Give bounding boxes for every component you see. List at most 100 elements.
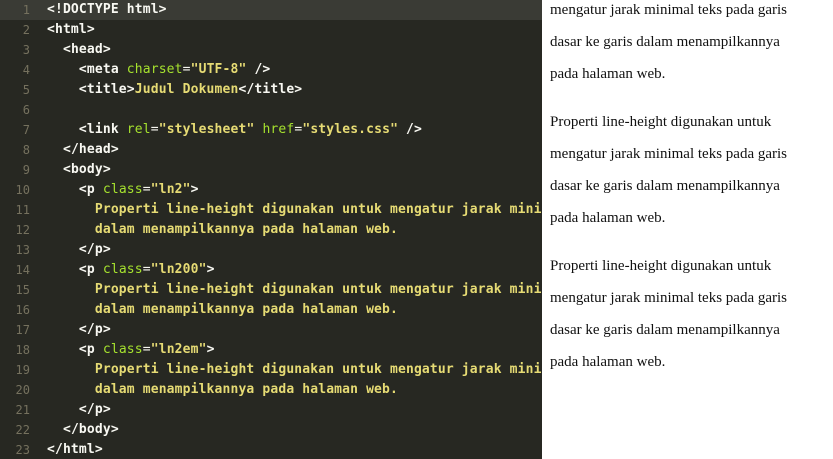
code-line[interactable]: 10 <p class="ln2"> [0,180,542,200]
line-number: 5 [22,83,30,97]
code-attribute: href [262,122,295,137]
line-number: 16 [15,303,30,317]
code-text: <meta charset="UTF-8" /> [47,60,270,80]
preview-text-line: dasar ke garis dalam menampilkannya [550,322,780,338]
code-content: Properti line-height digunakan untuk men… [94,282,542,297]
code-text: </p> [47,320,111,340]
code-text: <body> [47,160,111,180]
code-line[interactable]: 7 <link rel="stylesheet" href="styles.cs… [0,120,542,140]
code-line[interactable]: 2 <html> [0,20,542,40]
code-tag: <meta [78,62,127,77]
code-tag: </p> [78,322,111,337]
line-number: 21 [15,403,30,417]
line-number: 8 [22,143,30,157]
line-number: 2 [22,23,30,37]
code-text: </head> [47,140,119,160]
code-string: "ln200" [150,262,207,277]
line-number: 11 [15,203,30,217]
code-operator: = [142,342,151,357]
preview-text-line: mengatur jarak minimal teks pada garis [550,146,788,162]
code-tag: </head> [62,142,119,157]
line-number: 9 [22,163,30,177]
app-window: 1 <!DOCTYPE html> 2 <html> 3 <head> 4 <meta c… [0,0,833,459]
code-content: Judul Dokumen [134,82,239,97]
code-line[interactable]: 19 Properti line-height digunakan untuk … [0,360,542,380]
code-line[interactable]: 4 <meta charset="UTF-8" /> [0,60,542,80]
code-line[interactable]: 11 Properti line-height digunakan untuk … [0,200,542,220]
code-text: <title>Judul Dokumen</title> [47,80,302,100]
code-tag: <html> [47,22,95,37]
line-number: 3 [22,43,30,57]
code-line[interactable]: 9 <body> [0,160,542,180]
code-text: dalam menampilkannya pada halaman web. [47,300,398,320]
line-number: 19 [15,363,30,377]
preview-text-line: dasar ke garis dalam menampilkannya [550,34,780,50]
code-tag: > [206,262,215,277]
code-line[interactable]: 3 <head> [0,40,542,60]
code-line[interactable]: 5 <title>Judul Dokumen</title> [0,80,542,100]
preview-text-line: pada halaman web. [550,354,666,370]
code-tag: <body> [62,162,111,177]
code-text: </p> [47,400,111,420]
code-editor[interactable]: 1 <!DOCTYPE html> 2 <html> 3 <head> 4 <meta c… [0,0,542,459]
code-string: "styles.css" [302,122,399,137]
code-operator: = [182,62,191,77]
preview-text-line: Properti line-height digunakan untuk [550,114,772,130]
line-number: 14 [15,263,30,277]
line-number: 13 [15,243,30,257]
code-content: dalam menampilkannya pada halaman web. [94,382,398,397]
line-number: 10 [15,183,30,197]
code-content: dalam menampilkannya pada halaman web. [94,222,398,237]
code-line[interactable]: 12 dalam menampilkannya pada halaman web… [0,220,542,240]
code-tag: /> [398,122,423,137]
code-string: "UTF-8" [190,62,247,77]
code-attribute: charset [126,62,183,77]
code-tag: </title> [238,82,303,97]
code-tag: <title> [78,82,135,97]
code-text: dalam menampilkannya pada halaman web. [47,220,398,240]
code-line[interactable]: 18 <p class="ln2em"> [0,340,542,360]
code-line[interactable]: 20 dalam menampilkannya pada halaman web… [0,380,542,400]
line-number: 23 [15,443,30,457]
code-text: </html> [47,440,103,459]
code-line[interactable]: 6 [0,100,542,120]
code-line[interactable]: 15 Properti line-height digunakan untuk … [0,280,542,300]
code-line[interactable]: 21 </p> [0,400,542,420]
code-line[interactable]: 8 </head> [0,140,542,160]
code-tag: </p> [78,242,111,257]
line-number: 17 [15,323,30,337]
code-text: </body> [47,420,119,440]
code-line[interactable]: 22 </body> [0,420,542,440]
line-number: 7 [22,123,30,137]
code-string: "ln2" [150,182,191,197]
code-text: dalam menampilkannya pada halaman web. [47,380,398,400]
code-line[interactable]: 17 </p> [0,320,542,340]
line-number: 12 [15,223,30,237]
preview-text-line: dasar ke garis dalam menampilkannya [550,178,780,194]
code-operator: = [150,122,159,137]
code-line[interactable]: 23 </html> [0,440,542,459]
preview-text-line: pada halaman web. [550,66,666,82]
code-content: Properti line-height digunakan untuk men… [94,362,542,377]
code-text: <!DOCTYPE html> [47,0,167,20]
line-number: 20 [15,383,30,397]
code-line[interactable]: 1 <!DOCTYPE html> [0,0,542,20]
code-tag: > [206,342,215,357]
code-line[interactable]: 14 <p class="ln200"> [0,260,542,280]
code-text: <html> [47,20,95,40]
code-line[interactable]: 13 </p> [0,240,542,260]
code-line[interactable]: 16 dalam menampilkannya pada halaman web… [0,300,542,320]
code-text: <head> [47,40,111,60]
line-number: 15 [15,283,30,297]
